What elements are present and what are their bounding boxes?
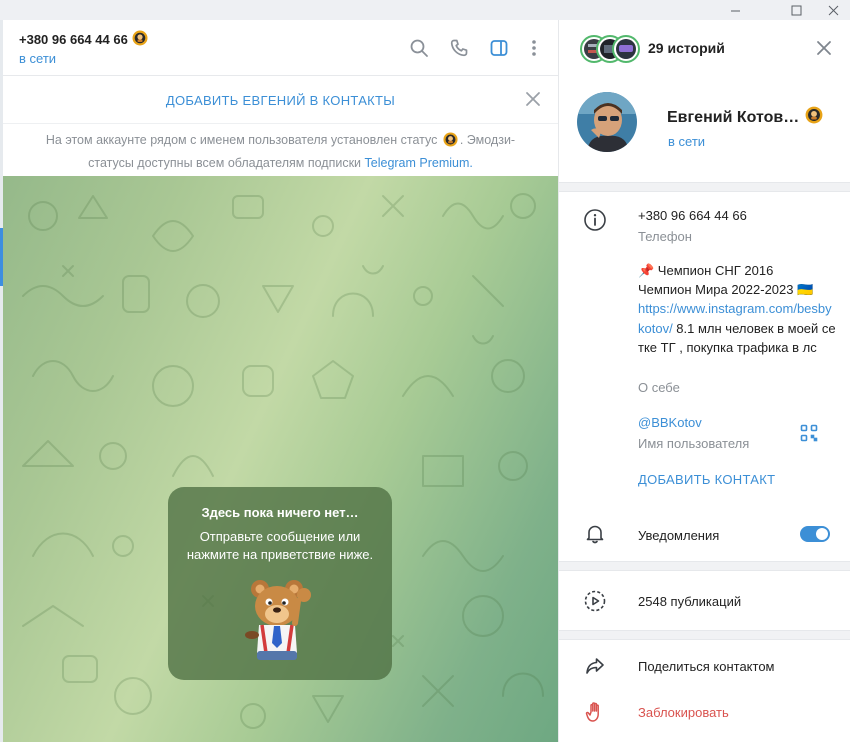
share-icon [583, 654, 607, 678]
chat-phone: +380 96 664 44 66 [19, 32, 128, 47]
emoji-status-notice: На этом аккаунте рядом с именем пользова… [3, 124, 558, 176]
chat-online-status: в сети [19, 51, 57, 66]
search-icon[interactable] [407, 36, 431, 60]
hand-stop-icon [583, 700, 607, 724]
profile-online-status: в сети [668, 134, 706, 149]
publications-icon [583, 589, 607, 613]
section-divider [559, 630, 850, 640]
add-contact-banner: ДОБАВИТЬ ЕВГЕНИЙ В КОНТАКТЫ [3, 76, 558, 124]
profile-phone[interactable]: +380 96 664 44 66 [638, 208, 747, 223]
publications-count[interactable]: 2548 публикаций [638, 594, 741, 609]
section-divider [559, 561, 850, 571]
panel-close-icon[interactable] [815, 39, 833, 57]
empty-chat-text: Отправьте сообщение или нажмите на приве… [186, 529, 374, 562]
qr-code-icon[interactable] [800, 424, 818, 442]
stories-avatars[interactable] [580, 35, 640, 63]
bell-icon [583, 522, 607, 546]
avatar[interactable] [577, 92, 637, 152]
stories-count[interactable]: 29 историй [648, 40, 725, 56]
toggle-knob [816, 528, 828, 540]
minimize-icon[interactable] [712, 0, 758, 20]
notifications-toggle[interactable] [800, 526, 830, 542]
emoji-status-icon [132, 30, 148, 49]
notifications-label: Уведомления [638, 528, 720, 543]
profile-panel: 29 историй Евгений Котов… в сети +380 96… [558, 20, 850, 742]
share-contact-button[interactable]: Поделиться контактом [638, 659, 775, 674]
close-icon[interactable] [810, 0, 850, 20]
phone-label: Телефон [638, 229, 692, 244]
empty-chat-card: Здесь пока ничего нет… Отправьте сообщен… [168, 487, 392, 680]
emoji-status-icon[interactable] [805, 106, 823, 129]
bio-label: О себе [638, 380, 680, 395]
profile-username[interactable]: @BBKotov [638, 415, 702, 430]
section-divider [559, 182, 850, 192]
banner-close-icon[interactable] [524, 90, 542, 108]
notice-text-1: На этом аккаунте рядом с именем пользова… [45, 133, 438, 147]
info-icon [583, 208, 607, 232]
phone-icon[interactable] [447, 36, 471, 60]
block-button[interactable]: Заблокировать [638, 705, 729, 720]
emoji-status-inline-icon [443, 132, 458, 153]
more-icon[interactable] [522, 36, 546, 60]
add-contact-button[interactable]: ДОБАВИТЬ КОНТАКТ [638, 472, 775, 487]
profile-bio: 📌 Чемпион СНГ 2016 Чемпион Мира 2022-202… [638, 261, 838, 357]
bio-line-2: Чемпион Мира 2022-2023 🇺🇦 [638, 282, 814, 298]
telegram-premium-link[interactable]: Telegram Premium. [365, 156, 473, 170]
profile-name: Евгений Котов… [667, 106, 823, 129]
window-titlebar [0, 0, 850, 20]
chat-header[interactable]: +380 96 664 44 66 в сети [3, 20, 558, 76]
chat-title[interactable]: +380 96 664 44 66 [19, 30, 148, 49]
profile-name-text: Евгений Котов… [667, 108, 800, 126]
empty-chat-title: Здесь пока ничего нет… [201, 505, 359, 520]
add-to-contacts-button[interactable]: ДОБАВИТЬ ЕВГЕНИЙ В КОНТАКТЫ [3, 93, 558, 108]
chat-background: Здесь пока ничего нет… Отправьте сообщен… [3, 176, 558, 742]
username-label: Имя пользователя [638, 436, 750, 451]
bio-line-1: 📌 Чемпион СНГ 2016 [638, 263, 774, 278]
sidebar-toggle-icon[interactable] [487, 36, 511, 60]
greeting-sticker[interactable] [240, 573, 320, 663]
